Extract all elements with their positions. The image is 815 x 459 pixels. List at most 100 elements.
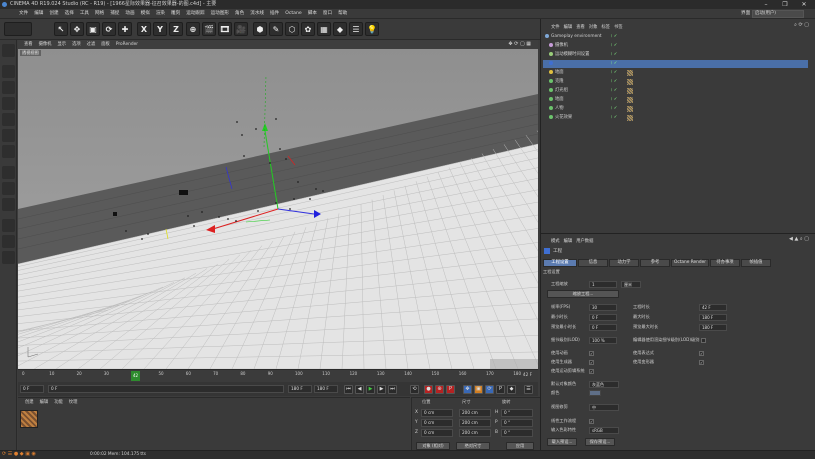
viewport-menu-item[interactable]: 选项 <box>69 40 84 49</box>
scale-field[interactable]: 1 <box>589 281 617 288</box>
visibility-toggle-icon[interactable]: ⁝ ✓ <box>611 96 617 104</box>
palette-tool-0[interactable] <box>2 44 15 57</box>
scale-project-button[interactable]: 缩放工程... <box>547 290 619 298</box>
attribute-nav-icons[interactable]: ◀ ▲ ⌕ ▢ <box>789 236 809 242</box>
key-rotation-button[interactable]: ⟳ <box>485 385 494 394</box>
object-row[interactable]: 运动模糊时间设置 ⁝ ✓ <box>543 51 808 59</box>
menu-item[interactable]: 文件 <box>16 9 31 19</box>
menu-item[interactable]: 运动图形 <box>208 9 232 19</box>
object-row[interactable]: 人物 ⁝ ✓ <box>543 105 808 113</box>
project-time-field[interactable]: 42 F <box>699 304 727 311</box>
material-menu-item[interactable]: 纹理 <box>66 399 81 407</box>
attribute-tab[interactable]: 信息 <box>578 259 608 267</box>
apply-button[interactable]: 应用 <box>506 442 534 450</box>
attribute-tab[interactable]: 待办事项 <box>710 259 740 267</box>
object-manager-nav-icons[interactable]: ⌕ ⟳ ▢ <box>794 22 809 28</box>
object-row[interactable]: ⁝ ✓ <box>543 60 808 68</box>
object-menu-item[interactable]: 标签 <box>599 23 612 32</box>
attribute-menu-item[interactable]: 编辑 <box>562 237 575 246</box>
timeline-ruler[interactable]: 0102030405060708090100110120130140150160… <box>18 369 538 382</box>
toolbar-button-7[interactable]: X <box>137 22 151 36</box>
visibility-toggle-icon[interactable]: ⁝ ✓ <box>611 51 617 59</box>
menu-item[interactable]: 编辑 <box>31 9 46 19</box>
size-field[interactable]: 200 cm <box>459 409 491 417</box>
palette-tool-5[interactable] <box>2 129 15 142</box>
object-menu-item[interactable]: 编辑 <box>562 23 575 32</box>
menu-item[interactable]: 雕刻 <box>168 9 183 19</box>
load-preset-button[interactable]: 载入预设... <box>547 438 577 446</box>
viewport-menu-item[interactable]: 过滤 <box>84 40 99 49</box>
maximize-button[interactable]: ❐ <box>778 0 792 9</box>
key-scale-button[interactable]: ▣ <box>474 385 483 394</box>
palette-tool-4[interactable] <box>2 113 15 126</box>
object-menu-item[interactable]: 书签 <box>612 23 625 32</box>
menu-item[interactable]: 帮助 <box>335 9 350 19</box>
color-swatch[interactable] <box>589 390 601 396</box>
use-generators-checkbox[interactable]: ✓ <box>589 360 594 365</box>
toolbar-button-9[interactable]: Z <box>169 22 183 36</box>
play-button[interactable]: ▶ <box>366 385 375 394</box>
menu-item[interactable]: 流水线 <box>247 9 267 19</box>
toolbar-button-14[interactable]: ⬢ <box>253 22 267 36</box>
lod-field[interactable]: 100 % <box>589 337 617 344</box>
toolbar-button-2[interactable]: ↖ <box>54 22 68 36</box>
material-tag-icon[interactable] <box>627 106 633 112</box>
object-menu-item[interactable]: 对象 <box>587 23 600 32</box>
toolbar-button-10[interactable]: ⊕ <box>186 22 200 36</box>
toolbar-button-12[interactable]: 🎞 <box>218 22 232 36</box>
use-deformers-checkbox[interactable]: ✓ <box>699 360 704 365</box>
rotation-field[interactable]: 0 ° <box>501 419 533 427</box>
toolbar-button-4[interactable]: ▣ <box>86 22 100 36</box>
menu-item[interactable]: 网格 <box>92 9 107 19</box>
object-row[interactable]: 地面 ⁝ ✓ <box>543 96 808 104</box>
coord-mode-select[interactable]: 对象 (相对) <box>416 442 450 450</box>
use-motion-system-checkbox[interactable]: ✓ <box>589 369 594 374</box>
visibility-toggle-icon[interactable]: ⁝ ✓ <box>611 60 617 68</box>
fps-field[interactable]: 30 <box>589 304 617 311</box>
position-field[interactable]: 0 cm <box>421 419 453 427</box>
palette-tool-6[interactable] <box>2 145 15 158</box>
attribute-tab[interactable]: 参考 <box>640 259 670 267</box>
max-time-field[interactable]: 180 F <box>699 314 727 321</box>
rotation-field[interactable]: 0 ° <box>501 409 533 417</box>
material-tag-icon[interactable] <box>627 97 633 103</box>
preview-min-field[interactable]: 0 F <box>589 324 617 331</box>
palette-tool-12[interactable] <box>2 251 15 264</box>
menu-item[interactable]: 角色 <box>232 9 247 19</box>
visibility-toggle-icon[interactable]: ⁝ ✓ <box>611 78 617 86</box>
palette-tool-7[interactable] <box>2 166 15 179</box>
size-field[interactable]: 200 cm <box>459 429 491 437</box>
palette-tool-10[interactable] <box>2 219 15 232</box>
menu-item[interactable]: 脚本 <box>305 9 320 19</box>
toolbar-button-6[interactable]: ✚ <box>118 22 132 36</box>
object-menu-item[interactable]: 文件 <box>549 23 562 32</box>
viewport-nav-icons[interactable]: ✥ ⟳ ▢ ▦ <box>505 40 534 49</box>
view-clip-select[interactable]: 中 <box>589 404 619 411</box>
material-tag-icon[interactable] <box>627 70 633 76</box>
object-row[interactable]: 灯光组 ⁝ ✓ <box>543 87 808 95</box>
palette-tool-2[interactable] <box>2 81 15 94</box>
layout-select[interactable]: 启动(用户) <box>752 10 804 18</box>
visibility-toggle-icon[interactable]: ⁝ ✓ <box>611 33 617 41</box>
position-field[interactable]: 0 cm <box>421 409 453 417</box>
viewport-menu-item[interactable]: ProRender <box>113 40 141 49</box>
loop-button[interactable]: ⟲ <box>410 385 419 394</box>
object-row[interactable]: Gameplay environment ⁝ ✓ <box>543 33 808 41</box>
key-pla-button[interactable]: ◆ <box>507 385 516 394</box>
material-menu-item[interactable]: 创建 <box>22 399 37 407</box>
menu-item[interactable]: 选择 <box>62 9 77 19</box>
material-menu-item[interactable]: 编辑 <box>37 399 52 407</box>
material-menu-item[interactable]: 功能 <box>51 399 66 407</box>
preview-max-field[interactable]: 180 F <box>699 324 727 331</box>
attribute-menu-item[interactable]: 用户数据 <box>574 237 595 246</box>
current-frame-marker[interactable]: 42 <box>131 371 140 381</box>
viewport-menu-item[interactable]: 显示 <box>54 40 69 49</box>
toolbar-button-17[interactable]: ✿ <box>301 22 315 36</box>
next-frame-button[interactable]: ▶ <box>377 385 386 394</box>
palette-tool-1[interactable] <box>2 65 15 78</box>
menu-item[interactable]: 模拟 <box>138 9 153 19</box>
toolbar-button-3[interactable]: ✥ <box>70 22 84 36</box>
goto-start-button[interactable]: ⏮ <box>344 385 353 394</box>
palette-tool-8[interactable] <box>2 182 15 195</box>
visibility-toggle-icon[interactable]: ⁝ ✓ <box>611 87 617 95</box>
